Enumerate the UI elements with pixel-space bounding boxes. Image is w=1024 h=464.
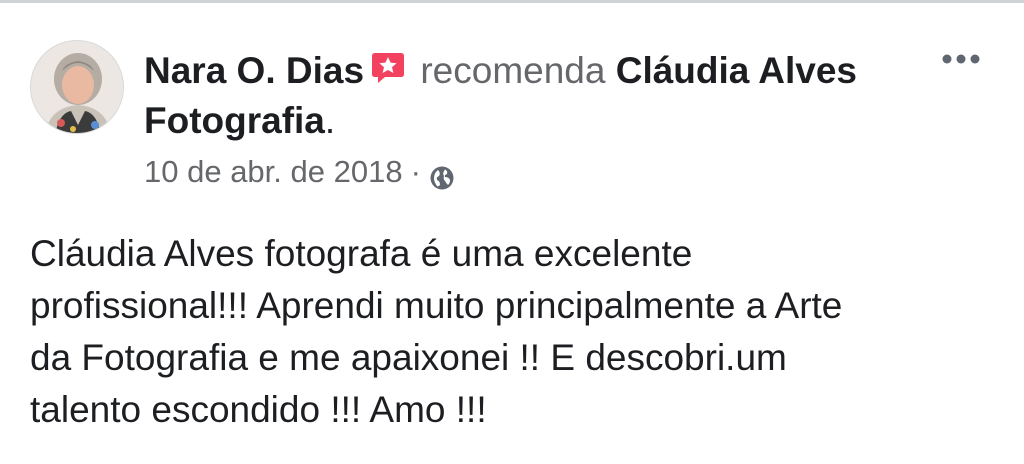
avatar[interactable] xyxy=(30,40,124,134)
globe-icon xyxy=(429,159,455,190)
post-header: Nara O. Dias recomenda Cláudia Alves Fot… xyxy=(144,46,884,146)
meta-separator: · xyxy=(410,154,421,189)
more-options-icon[interactable] xyxy=(936,44,986,74)
post-body-text: Cláudia Alves fotografa é uma excelente … xyxy=(30,233,843,430)
post-date[interactable]: 10 de abr. de 2018 xyxy=(144,150,403,194)
avatar-photo xyxy=(31,41,123,133)
header-period: . xyxy=(324,100,336,141)
top-divider xyxy=(0,0,1024,3)
author-name[interactable]: Nara O. Dias xyxy=(144,50,364,91)
recommend-star-icon xyxy=(370,48,406,84)
recommend-verb: recomenda xyxy=(420,50,606,91)
post-meta: 10 de abr. de 2018 · xyxy=(144,150,455,194)
